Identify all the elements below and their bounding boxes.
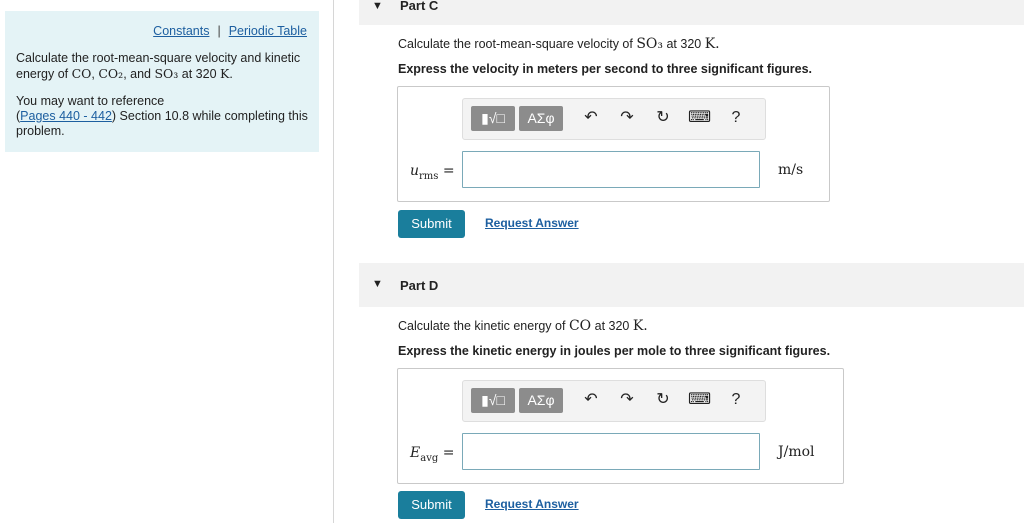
- keyboard-icon[interactable]: ⌨: [688, 108, 711, 128]
- redo-icon[interactable]: ↷: [616, 390, 638, 410]
- part-c-title: Part C: [400, 0, 439, 13]
- part-d-question: Calculate the kinetic energy of CO at 32…: [398, 318, 648, 334]
- part-d-header[interactable]: ▼ Part D: [359, 263, 1024, 307]
- answer-input[interactable]: [462, 151, 760, 188]
- periodic-table-link[interactable]: Periodic Table: [229, 24, 307, 38]
- resource-links: Constants | Periodic Table: [153, 24, 307, 38]
- part-c-header[interactable]: ▼ Part C: [359, 0, 1024, 25]
- left-panel: Constants | Periodic Table Calculate the r…: [0, 0, 334, 523]
- templates-button[interactable]: ▮√□: [471, 388, 515, 413]
- answer-variable-label: Eavg =: [410, 445, 455, 464]
- link-separator: |: [217, 24, 221, 38]
- submit-button[interactable]: Submit: [398, 491, 465, 519]
- reset-icon[interactable]: ↻: [652, 108, 674, 128]
- request-answer-link[interactable]: Request Answer: [485, 497, 579, 511]
- info-box: Constants | Periodic Table Calculate the r…: [5, 11, 319, 152]
- part-c-question: Calculate the root-mean-square velocity …: [398, 36, 720, 52]
- part-d-answer-box: ▮√□ ΑΣφ ↶ ↷ ↻ ⌨ ? Eavg = J/mol: [397, 368, 844, 484]
- collapse-icon[interactable]: ▼: [372, 0, 383, 12]
- reference-note: You may want to reference (Pages 440 - 4…: [16, 94, 308, 138]
- collapse-icon[interactable]: ▼: [372, 278, 383, 290]
- part-c-answer-box: ▮√□ ΑΣφ ↶ ↷ ↻ ⌨ ? urms = m/s: [397, 86, 830, 202]
- greek-symbols-button[interactable]: ΑΣφ: [519, 106, 563, 131]
- part-d-title: Part D: [400, 278, 439, 293]
- answer-variable-label: urms =: [410, 163, 455, 182]
- answer-input[interactable]: [462, 433, 760, 470]
- request-answer-link[interactable]: Request Answer: [485, 216, 579, 230]
- math-toolbar: ▮√□ ΑΣφ ↶ ↷ ↻ ⌨ ?: [462, 380, 766, 422]
- submit-button[interactable]: Submit: [398, 210, 465, 238]
- help-icon[interactable]: ?: [725, 390, 747, 410]
- templates-button[interactable]: ▮√□: [471, 106, 515, 131]
- help-icon[interactable]: ?: [725, 108, 747, 128]
- undo-icon[interactable]: ↶: [580, 108, 602, 128]
- pages-link[interactable]: Pages 440 - 442: [20, 109, 112, 123]
- reset-icon[interactable]: ↻: [652, 390, 674, 410]
- math-toolbar: ▮√□ ΑΣφ ↶ ↷ ↻ ⌨ ?: [462, 98, 766, 140]
- keyboard-icon[interactable]: ⌨: [688, 390, 711, 410]
- greek-symbols-button[interactable]: ΑΣφ: [519, 388, 563, 413]
- constants-link[interactable]: Constants: [153, 24, 209, 38]
- answer-unit: m/s: [778, 162, 804, 178]
- part-c-instruction: Express the velocity in meters per secon…: [398, 62, 813, 76]
- part-d-instruction: Express the kinetic energy in joules per…: [398, 344, 831, 358]
- redo-icon[interactable]: ↷: [616, 108, 638, 128]
- problem-intro: Calculate the root-mean-square velocity …: [16, 51, 301, 81]
- answer-unit: J/mol: [778, 444, 815, 460]
- undo-icon[interactable]: ↶: [580, 390, 602, 410]
